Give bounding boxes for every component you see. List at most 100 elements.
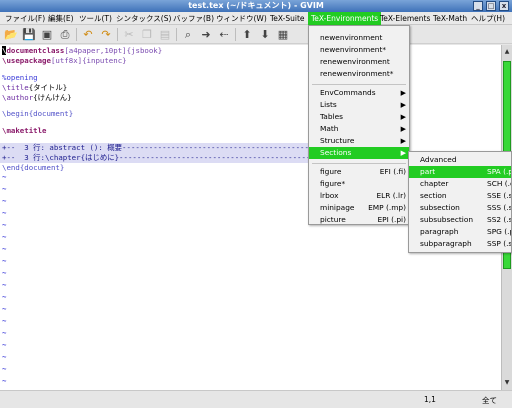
submenu-item-paragraph[interactable]: paragraph SPG (.pg)	[409, 226, 511, 238]
cut-icon[interactable]: ✂	[121, 27, 137, 42]
menu-help[interactable]: ヘルプ(H)	[468, 12, 508, 25]
code-line: \documentclass[a4paper,10pt]{jsbook}	[2, 46, 162, 56]
sections-submenu: Advanced partSPA (.pa) chapterSCH (.ch) …	[408, 151, 512, 253]
menu-item-label: EnvCommands	[320, 88, 376, 97]
run-script-icon[interactable]: ▦	[275, 27, 291, 42]
submenu-item-part[interactable]: part SPA (.pa)	[409, 166, 511, 178]
scroll-indicator: 全て	[482, 396, 497, 405]
menu-item-shortcut: EMP (.mp)	[368, 203, 406, 212]
empty-line-tilde: ~	[2, 232, 7, 241]
menu-item-tables[interactable]: Tables ▶	[309, 111, 409, 123]
begin-cmd: \begin	[2, 109, 29, 118]
menu-item-minipage[interactable]: minipage EMP (.mp)	[309, 202, 409, 214]
submenu-item-chapter[interactable]: chapter SCH (.ch)	[409, 178, 511, 190]
empty-line-tilde: ~	[2, 364, 7, 373]
minimize-button[interactable]: _	[473, 1, 483, 11]
submenu-item-shortcut: SPG (.pg)	[487, 227, 511, 236]
find-next-icon[interactable]: ➜	[198, 27, 214, 42]
menu-item-lists[interactable]: Lists ▶	[309, 99, 409, 111]
menu-item-sections[interactable]: Sections ▶	[309, 147, 409, 159]
open-icon[interactable]: 📂	[3, 27, 19, 42]
menu-item-envcommands[interactable]: EnvCommands ▶	[309, 87, 409, 99]
menu-tex-elements[interactable]: TeX-Elements	[377, 12, 433, 25]
submenu-item-advanced[interactable]: Advanced	[409, 154, 511, 166]
tex-environments-menu: newenvironment newenvironment* renewenvi…	[308, 25, 410, 225]
submenu-item-section[interactable]: section SSE (.se)	[409, 190, 511, 202]
title-cmd: \title	[2, 83, 29, 92]
menu-item-newenvironment-star[interactable]: newenvironment*	[309, 44, 409, 56]
empty-line-tilde: ~	[2, 196, 7, 205]
usepackage-cmd: \usepackage	[2, 56, 51, 65]
empty-line-tilde: ~	[2, 172, 7, 181]
menu-tex-suite[interactable]: TeX-Suite	[267, 12, 308, 25]
undo-icon[interactable]: ↶	[80, 27, 96, 42]
menu-item-figure[interactable]: figure EFI (.fi)	[309, 166, 409, 178]
save-session-icon[interactable]: ⬇	[257, 27, 273, 42]
submenu-item-subparagraph[interactable]: subparagraph SSP (.sp)	[409, 238, 511, 250]
submenu-item-label: paragraph	[420, 227, 459, 236]
empty-line-tilde: ~	[2, 376, 7, 385]
menu-syntax[interactable]: シンタックス(S)	[113, 12, 174, 25]
documentclass-cmd: documentclass	[6, 46, 65, 55]
submenu-item-label: chapter	[420, 179, 449, 188]
end-cmd: \end	[2, 163, 20, 172]
fold-line-chapter[interactable]: +-- 3 行:\chapter{はじめに}------------------…	[0, 153, 390, 163]
submenu-item-subsubsection[interactable]: subsubsection SS2 (.s2)	[409, 214, 511, 226]
submenu-item-shortcut: SSE (.se)	[487, 191, 511, 200]
toolbar-separator	[235, 28, 236, 41]
menu-item-newenvironment[interactable]: newenvironment	[309, 32, 409, 44]
begin-arg: {document}	[28, 109, 74, 118]
submenu-arrow-icon: ▶	[400, 149, 406, 157]
menu-bar: ファイル(F) 編集(E) ツール(T) シンタックス(S) バッファ(B) ウ…	[0, 12, 512, 25]
menu-tex-math[interactable]: TeX-Math	[430, 12, 470, 25]
menu-item-shortcut: EPI (.pi)	[377, 215, 406, 224]
menu-item-label: Structure	[320, 136, 355, 145]
menu-item-figure-star[interactable]: figure*	[309, 178, 409, 190]
menu-item-shortcut: EFI (.fi)	[379, 167, 406, 176]
submenu-item-shortcut: SSS (.ss)	[487, 203, 511, 212]
maketitle-cmd: \maketitle	[2, 126, 47, 135]
empty-line-tilde: ~	[2, 328, 7, 337]
close-button[interactable]: x	[499, 1, 509, 11]
paste-icon[interactable]: ▤	[157, 27, 173, 42]
code-line: \usepackage[utf8x]{inputenc}	[2, 56, 127, 66]
submenu-item-subsection[interactable]: subsection SSS (.ss)	[409, 202, 511, 214]
menu-window[interactable]: ウィンドウ(W)	[213, 12, 270, 25]
submenu-item-shortcut: SPA (.pa)	[487, 167, 511, 176]
redo-icon[interactable]: ↷	[98, 27, 114, 42]
load-session-icon[interactable]: ⬆	[239, 27, 255, 42]
menu-item-picture[interactable]: picture EPI (.pi)	[309, 214, 409, 226]
menu-tools[interactable]: ツール(T)	[76, 12, 115, 25]
print-icon[interactable]: ⎙	[57, 27, 73, 42]
maximize-button[interactable]: □	[486, 1, 496, 11]
menu-tex-environments[interactable]: TeX-Environments	[308, 12, 382, 25]
empty-line-tilde: ~	[2, 256, 7, 265]
menu-buffers[interactable]: バッファ(B)	[170, 12, 217, 25]
replace-icon[interactable]: ⌕	[180, 27, 196, 42]
scroll-down-icon[interactable]: ▼	[502, 378, 512, 388]
menu-item-label: picture	[320, 215, 346, 224]
submenu-arrow-icon: ▶	[400, 89, 406, 97]
title-bar: test.tex (~/ドキュメント) - GVIM _ □ x	[0, 0, 512, 12]
menu-item-label: minipage	[320, 203, 355, 212]
menu-item-renewenvironment-star[interactable]: renewenvironment*	[309, 68, 409, 80]
menu-file[interactable]: ファイル(F)	[2, 12, 48, 25]
menu-separator	[312, 84, 406, 85]
save-icon[interactable]: 💾	[21, 27, 37, 42]
menu-item-lrbox[interactable]: lrbox ELR (.lr)	[309, 190, 409, 202]
copy-icon[interactable]: ❐	[139, 27, 155, 42]
menu-item-structure[interactable]: Structure ▶	[309, 135, 409, 147]
submenu-item-shortcut: SS2 (.s2)	[487, 215, 511, 224]
save-all-icon[interactable]: ▣	[39, 27, 55, 42]
empty-line-tilde: ~	[2, 244, 7, 253]
empty-line-tilde: ~	[2, 268, 7, 277]
menu-item-math[interactable]: Math ▶	[309, 123, 409, 135]
scroll-up-icon[interactable]: ▲	[502, 47, 512, 57]
fold-line-abstract[interactable]: +-- 3 行: abstract (): 概要----------------…	[0, 143, 389, 153]
documentclass-options: [a4paper,10pt]	[64, 46, 127, 55]
find-prev-icon[interactable]: ⇠	[216, 27, 232, 42]
menu-edit[interactable]: 編集(E)	[45, 12, 77, 25]
empty-line-tilde: ~	[2, 208, 7, 217]
code-line: \maketitle	[2, 126, 47, 136]
menu-item-renewenvironment[interactable]: renewenvironment	[309, 56, 409, 68]
